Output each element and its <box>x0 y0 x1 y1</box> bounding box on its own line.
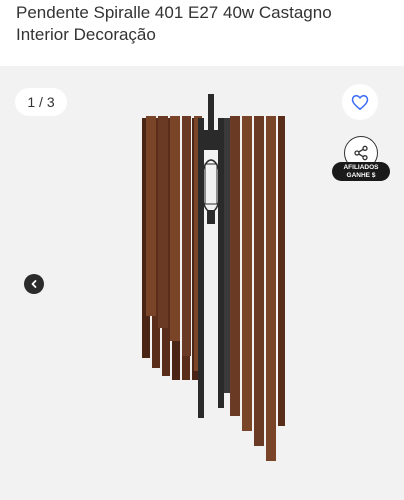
lamp-spiral-slats <box>146 116 285 461</box>
lamp-front-slats <box>198 118 230 418</box>
heart-icon <box>351 94 369 110</box>
share-icon <box>354 145 368 161</box>
affiliate-badge-line-1: AFILIADOS <box>343 163 379 171</box>
image-counter: 1 / 3 <box>15 88 67 116</box>
chevron-left-icon <box>31 280 37 288</box>
previous-image-button[interactable] <box>24 274 44 294</box>
product-title-line-2: Interior Decoração <box>16 25 156 44</box>
pendant-lamp-image <box>142 94 285 461</box>
product-image-gallery[interactable]: 1 / 3 AFILIADOS GANHE $ <box>0 66 404 500</box>
favorite-button[interactable] <box>342 84 378 120</box>
product-title: Pendente Spiralle 401 E27 40w Castagno I… <box>16 2 396 46</box>
affiliate-badge[interactable]: AFILIADOS GANHE $ <box>332 162 390 181</box>
product-title-line-1: Pendente Spiralle 401 E27 40w Castagno <box>16 3 332 22</box>
affiliate-badge-line-2: GANHE $ <box>346 171 376 179</box>
